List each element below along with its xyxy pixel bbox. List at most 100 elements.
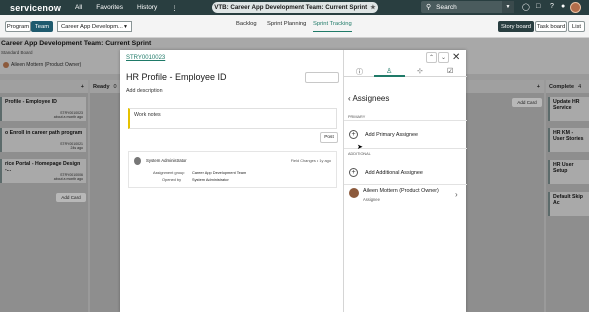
globe-icon[interactable]: ◯: [522, 3, 530, 11]
column-ready-count: 0: [113, 83, 117, 90]
card-title: Update HR Service: [553, 99, 580, 111]
story-card[interactable]: HR KM - User Stories: [548, 128, 589, 152]
chat-icon[interactable]: □: [536, 3, 540, 10]
assignees-panel: ⌃ ⌄ ⓘ ♙ ⊹ ☑ ‹ Assignees PRIMARY + Add Pr…: [343, 50, 467, 312]
story-card[interactable]: HR User Setup: [548, 160, 589, 184]
story-card[interactable]: rice Portal - Homepage Design -... STRY0…: [0, 159, 86, 183]
column-header-progress: +: [466, 80, 544, 93]
add-additional-label: Add Additional Assignee: [365, 169, 423, 176]
help-icon[interactable]: ?: [550, 3, 554, 10]
activity-change: Field Changes • 1y ago: [290, 158, 331, 163]
card-meta: STRY0010006 about a month ago: [53, 173, 83, 182]
activity-user: System Administrator: [146, 158, 187, 163]
story-card[interactable]: o Enroll in career path program STRY0010…: [0, 128, 86, 152]
activity-label: Assignment group: [153, 170, 185, 175]
column-complete-count: 4: [578, 83, 582, 90]
search-input[interactable]: Search: [436, 4, 457, 11]
column-header-left: +: [0, 80, 88, 93]
post-button[interactable]: Post: [320, 132, 338, 143]
board-owner: Aileen Mottern (Product Owner): [3, 62, 81, 68]
add-description-link[interactable]: Add description: [126, 88, 163, 94]
story-state-select[interactable]: [305, 72, 339, 83]
nav-history[interactable]: History: [137, 4, 157, 11]
tab-sprint-tracking[interactable]: Sprint Tracking: [313, 21, 352, 32]
add-primary-label: Add Primary Assignee: [365, 131, 419, 138]
paperclip-icon[interactable]: ⊹: [417, 67, 423, 75]
post-label: Post: [324, 135, 334, 140]
star-icon[interactable]: ★: [370, 4, 376, 11]
tab-sprint-planning[interactable]: Sprint Planning: [267, 21, 306, 27]
nav-more-icon[interactable]: ⋮: [171, 4, 178, 12]
add-primary-assignee[interactable]: + Add Primary Assignee: [349, 130, 418, 139]
add-card-button[interactable]: Add Card: [512, 98, 542, 107]
nav-all[interactable]: All: [75, 4, 82, 11]
column-add-icon-2[interactable]: +: [537, 84, 540, 90]
primary-section-label: PRIMARY: [348, 115, 366, 119]
chevron-down-icon: ▼: [123, 23, 128, 30]
servicenow-logo[interactable]: servicenow: [10, 3, 61, 13]
team-button[interactable]: Team: [31, 21, 53, 32]
story-title[interactable]: HR Profile - Employee ID: [126, 72, 227, 82]
card-title: rice Portal - Homepage Design -...: [5, 161, 81, 173]
activity-entry: System Administrator Field Changes • 1y …: [128, 151, 337, 188]
additional-section-label: ADDITIONAL: [348, 152, 371, 156]
story-card[interactable]: Profile - Employee ID STRY0010023 about a…: [0, 97, 86, 121]
card-title: o Enroll in career path program: [5, 130, 83, 136]
card-meta: STRY0010021 24s ago: [60, 142, 83, 151]
user-avatar[interactable]: [570, 2, 581, 13]
mouse-cursor-icon: ➤: [357, 144, 363, 151]
activity-value: Career App Development Team: [192, 170, 247, 175]
chevron-right-icon[interactable]: ›: [455, 190, 458, 199]
assignees-heading[interactable]: ‹ Assignees: [348, 94, 389, 103]
story-id-link[interactable]: STRY0010023: [126, 55, 165, 61]
list-button[interactable]: List: [568, 21, 585, 32]
activity-avatar: [134, 157, 141, 165]
board-subtitle: Standard Board: [1, 50, 33, 55]
board-column-progress: [466, 80, 544, 312]
story-board-button[interactable]: Story board: [498, 21, 534, 32]
story-card[interactable]: Update HR Service: [548, 97, 589, 121]
story-card[interactable]: Default Skip Ac: [548, 192, 589, 216]
card-meta: STRY0010023 about a month ago: [53, 111, 83, 120]
assignee-role: Assignee: [363, 197, 380, 202]
column-ready-label: Ready: [93, 83, 110, 90]
info-icon[interactable]: ⓘ: [356, 67, 363, 77]
work-notes-placeholder: Work notes: [134, 112, 161, 118]
add-additional-assignee[interactable]: + Add Additional Assignee: [349, 168, 423, 177]
search-scope-dropdown-icon[interactable]: ▼: [502, 1, 514, 13]
program-button[interactable]: Program: [5, 21, 31, 32]
column-header-ready: Ready 0: [90, 80, 120, 93]
global-search[interactable]: ⚲ Search ▼: [421, 1, 514, 13]
column-header-complete: Complete 4: [546, 80, 589, 93]
add-card-label: Add Card: [61, 195, 81, 200]
panel-tabs: ⓘ ♙ ⊹ ☑: [344, 64, 467, 77]
card-title: Default Skip Ac: [553, 194, 583, 206]
previous-story-icon[interactable]: ⌃: [426, 52, 437, 63]
work-notes-field[interactable]: Work notes: [128, 108, 337, 129]
board-title: Career App Development Team: Current Spr…: [1, 40, 152, 47]
bell-icon[interactable]: ●: [561, 3, 565, 10]
search-icon: ⚲: [426, 4, 432, 11]
plus-icon: +: [349, 130, 358, 139]
assignee-avatar: [349, 188, 359, 198]
divider: [344, 184, 467, 185]
active-tab-indicator: [374, 75, 405, 77]
owner-avatar: [3, 62, 9, 68]
checklist-icon[interactable]: ☑: [447, 67, 453, 75]
close-icon[interactable]: ✕: [452, 52, 460, 63]
story-detail-modal: STRY0010023 HR Profile - Employee ID Add…: [120, 50, 467, 312]
nav-favorites[interactable]: Favorites: [96, 4, 123, 11]
add-card-button[interactable]: Add Card: [56, 193, 86, 202]
card-title: Profile - Employee ID: [5, 99, 57, 105]
tab-backlog[interactable]: Backlog: [236, 21, 257, 27]
divider: [344, 120, 467, 121]
activity-value: System Administrator: [192, 177, 229, 182]
person-icon[interactable]: ♙: [386, 67, 392, 75]
next-story-icon[interactable]: ⌄: [438, 52, 449, 63]
task-board-button[interactable]: Task board: [535, 21, 567, 32]
column-complete-label: Complete: [549, 83, 575, 90]
team-select[interactable]: Career App Developm... ▼: [57, 21, 132, 32]
context-title-pill[interactable]: VTB: Career App Development Team: Curren…: [212, 2, 378, 13]
column-add-icon[interactable]: +: [81, 84, 84, 90]
story-detail-main: STRY0010023 HR Profile - Employee ID Add…: [120, 50, 343, 312]
